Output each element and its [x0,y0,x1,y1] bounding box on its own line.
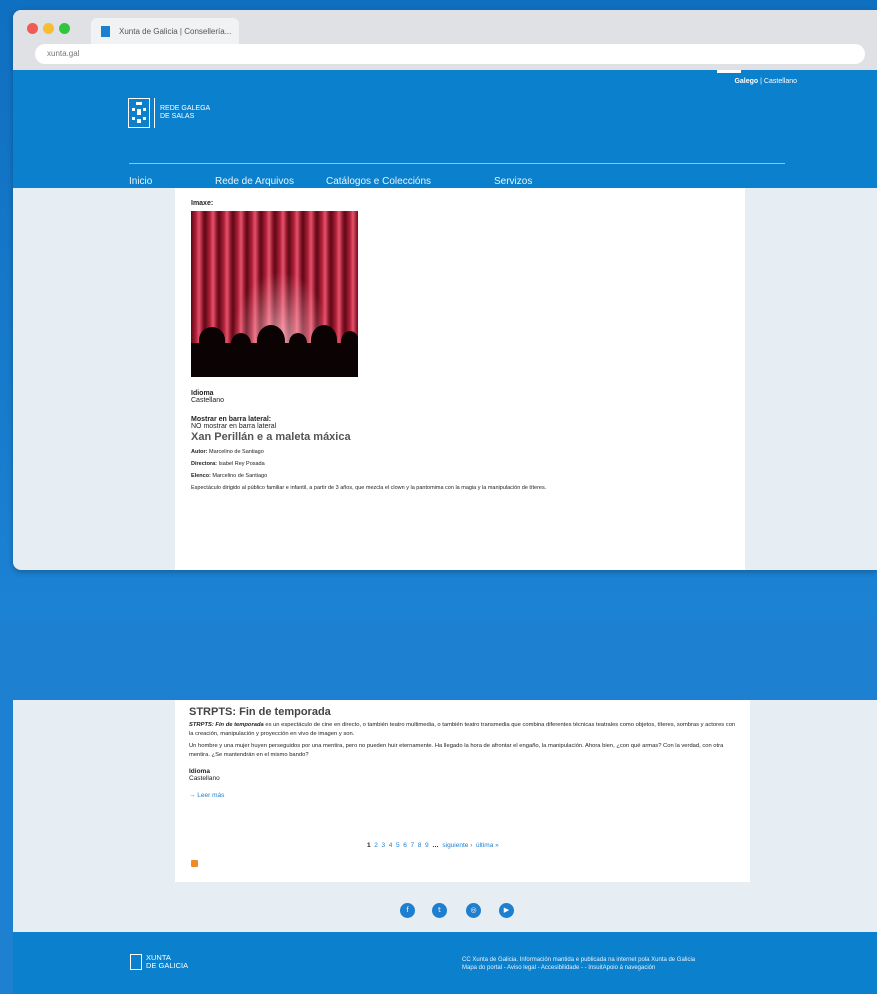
rss-icon[interactable] [191,860,198,867]
pager-ellipsis: … [432,842,439,849]
sidebar-label: Mostrar en barra lateral: [191,416,272,423]
theatre-curtain-image[interactable] [191,211,358,377]
page-last[interactable]: última » [476,842,499,849]
lang-galego[interactable]: Galego [734,78,758,85]
autor-label: Autor: [191,449,208,455]
lang-indicator [717,70,741,73]
elenco-line: Elenco: Marcelino de Santiago [191,473,729,479]
page-link[interactable]: 8 [418,842,422,849]
close-dot-icon[interactable] [27,23,38,34]
page-link[interactable]: 5 [396,842,400,849]
site-logo-text[interactable]: REDE GALEGA DE SALAS [160,105,210,121]
logo-line-2: DE SALAS [160,113,195,120]
footer-logo-text[interactable]: XUNTA DE GALICIA [146,954,188,970]
instagram-icon[interactable]: ◎ [466,903,481,918]
minimize-dot-icon[interactable] [43,23,54,34]
nav-item-servizos[interactable]: Servizos [494,176,532,187]
idioma-label: Idioma [191,390,214,397]
browser-window-top: Xunta de Galicia | Consellería... xunta.… [13,10,877,570]
image-label: Imaxe: [191,200,214,207]
head-silhouette [341,331,358,353]
nav-item-catalogos[interactable]: Catálogos e Coleccións [326,176,431,187]
idioma-value: Castellano [191,397,225,404]
directora-line: Directora: Isabel Rey Posada [191,461,729,467]
address-bar[interactable]: xunta.gal [35,44,865,64]
idioma-label-2: Idioma [189,768,210,775]
maximize-dot-icon[interactable] [59,23,70,34]
pagination: 1 2 3 4 5 6 7 8 9 … siguiente › última » [367,842,499,849]
nav-item-inicio[interactable]: Inicio [129,176,152,187]
entry-2-paragraph-2: Un hombre y una mujer huyen perseguidos … [189,743,724,758]
favicon-icon [101,26,110,37]
page-current: 1 [367,842,371,849]
head-silhouette [311,325,337,355]
page-link[interactable]: 9 [425,842,429,849]
footer-links[interactable]: Mapa do portal - Aviso legal - Accesibil… [462,964,695,972]
autor-line: Autor: Marcelino de Santiago [191,449,729,455]
head-silhouette [231,333,251,355]
language-switcher: Galego | Castellano [734,78,797,85]
autor-value: Marcelino de Santiago [207,449,264,455]
entry-2-title[interactable]: STRPTS: Fin de temporada [189,706,736,718]
directora-value: Isabel Rey Posada [216,461,265,467]
footer-text: CC Xunta de Galicia. Información mantida… [462,956,695,972]
site-footer: XUNTA DE GALICIA CC Xunta de Galicia. In… [13,932,877,994]
head-silhouette [199,327,225,353]
browser-chrome: Xunta de Galicia | Consellería... xunta.… [13,10,877,70]
entry-title[interactable]: Xan Perillán e a maleta máxica [191,431,729,443]
elenco-label: Elenco: [191,473,211,479]
footer-copyright: CC Xunta de Galicia. Información mantida… [462,957,696,963]
xunta-logo-icon[interactable] [128,98,150,128]
xunta-footer-logo-icon[interactable] [130,954,142,970]
page-link[interactable]: 6 [403,842,407,849]
browser-window-bottom: STRPTS: Fin de temporada STRPTS: Fin de … [13,700,877,994]
logo-line-1: REDE GALEGA [160,105,211,112]
entry-2-emphasis: STRPTS: Fin de temporada [189,722,264,728]
youtube-icon[interactable]: ▶ [499,903,514,918]
lang-castellano[interactable]: Castellano [764,78,797,85]
head-silhouette [257,325,285,357]
twitter-icon[interactable]: t [432,903,447,918]
directora-label: Directora: [191,461,217,467]
browser-tab[interactable]: Xunta de Galicia | Consellería... [91,18,239,44]
entry-2-paragraph-1-text: es un espectáculo de cine en directo, o … [189,722,736,737]
nav-item-rede-de-arquivos[interactable]: Rede de Arquivos [215,176,294,187]
header-divider [129,163,785,164]
footer-logo-line-2: DE GALICIA [146,961,189,970]
idioma-value-2: Castellano [189,775,220,782]
site-header: Galego | Castellano REDE GALEGA DE SALAS… [13,70,877,188]
head-silhouette [289,333,307,353]
read-more-link[interactable]: → Leer más [189,792,736,799]
page-link[interactable]: 3 [382,842,386,849]
page-link[interactable]: 7 [411,842,415,849]
facebook-icon[interactable]: f [400,903,415,918]
entry-description: Espectáculo dirigido al público familiar… [191,485,547,491]
content-panel-2: STRPTS: Fin de temporada STRPTS: Fin de … [175,700,750,882]
sidebar-value: NO mostrar en barra lateral [191,423,277,430]
page-link[interactable]: 2 [374,842,378,849]
tab-title: Xunta de Galicia | Consellería... [119,27,232,36]
logo-separator [154,98,155,128]
page-next[interactable]: siguiente › [442,842,472,849]
elenco-value: Marcelino de Santiago [210,473,268,479]
page-link[interactable]: 4 [389,842,393,849]
entry-2-paragraph-1: STRPTS: Fin de temporada es un espectácu… [189,721,736,739]
content-panel: Imaxe: Idioma Castellano Mostrar en barr… [175,188,745,570]
